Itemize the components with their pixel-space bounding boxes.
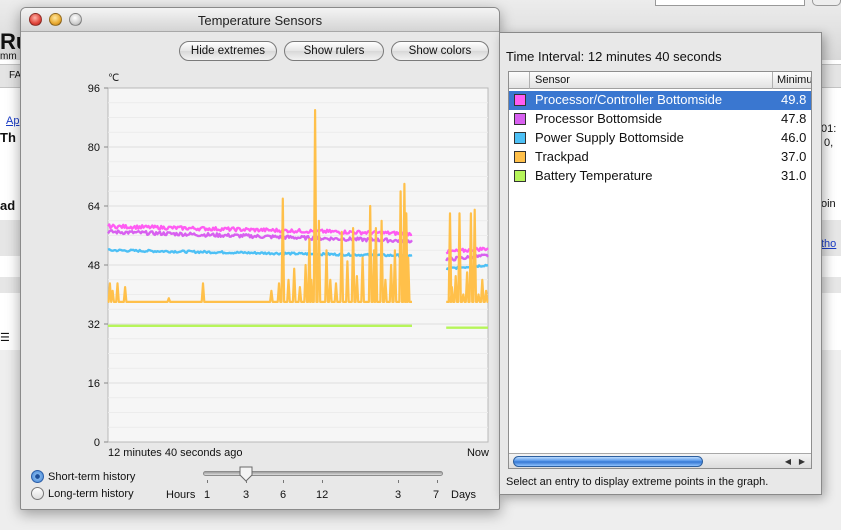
long-term-history-radio[interactable] [31, 487, 44, 500]
slider-tick [437, 480, 438, 483]
sensor-minimum: 31.0 [781, 168, 807, 183]
sensor-color-swatch [514, 170, 526, 182]
short-term-history-label: Short-term history [48, 471, 136, 483]
sensor-row-battery[interactable]: Battery Temperature 31.0 [509, 167, 811, 186]
scale-hours-6: 6 [280, 489, 287, 501]
background-text: 0, [824, 137, 834, 149]
background-text: mm [0, 51, 17, 62]
y-axis-unit-label: ℃ [108, 73, 119, 84]
sensor-row-power-supply[interactable]: Power Supply Bottomside 46.0 [509, 129, 811, 148]
sensor-table[interactable]: Sensor Minimu Processor/Controller Botto… [508, 71, 812, 469]
temperature-sensors-window: Temperature Sensors Hide extremes Show r… [20, 7, 500, 510]
background-button[interactable] [812, 0, 841, 6]
scale-days-3: 3 [395, 489, 402, 501]
slider-tick [322, 480, 323, 483]
y-tick-label: 32 [88, 319, 100, 331]
sensor-name: Processor/Controller Bottomside [535, 92, 723, 107]
sensor-name: Processor Bottomside [535, 111, 663, 126]
minimum-column-header[interactable]: Minimu [777, 74, 811, 86]
slider-tick [246, 480, 247, 483]
background-text: Th [0, 130, 16, 145]
background-text: ad [0, 198, 16, 213]
sensor-name: Battery Temperature [535, 168, 653, 183]
scroll-left-arrow-icon[interactable]: ◀ [781, 455, 795, 468]
days-label: Days [451, 489, 477, 501]
scroll-right-arrow-icon[interactable]: ▶ [795, 455, 809, 468]
table-header: Sensor Minimu [509, 72, 811, 89]
sensor-minimum: 46.0 [781, 130, 807, 145]
slider-tick [398, 480, 399, 483]
sensor-drawer: Time Interval: 12 minutes 40 seconds Sen… [499, 32, 822, 495]
sensor-color-swatch [514, 132, 526, 144]
sensor-minimum: 49.8 [781, 92, 807, 107]
slider-tick [283, 480, 284, 483]
column-divider [772, 72, 773, 89]
y-tick-label: 64 [88, 201, 100, 213]
background-link[interactable]: Ap [6, 115, 19, 127]
y-tick-label: 80 [88, 142, 100, 154]
list-icon: ☰ [0, 332, 10, 344]
sensor-row-trackpad[interactable]: Trackpad 37.0 [509, 148, 811, 167]
y-tick-label: 16 [88, 378, 100, 390]
hours-label: Hours [166, 489, 196, 501]
long-term-history-label: Long-term history [48, 488, 134, 500]
sensor-name: Trackpad [535, 149, 589, 164]
drawer-hint-text: Select an entry to display extreme point… [506, 476, 769, 488]
sensor-row-processor[interactable]: Processor Bottomside 47.8 [509, 110, 811, 129]
x-end-label: Now [467, 447, 489, 459]
sensor-color-swatch [514, 94, 526, 106]
sensor-name: Power Supply Bottomside [535, 130, 684, 145]
scale-hours-12: 12 [316, 489, 329, 501]
temperature-chart: ℃ 96 80 64 48 32 16 0 12 minutes 40 seconds ago N… [88, 73, 489, 459]
sensor-color-swatch [514, 151, 526, 163]
background-link[interactable]: tho [821, 238, 836, 250]
column-divider [529, 72, 530, 89]
y-tick-label: 0 [94, 437, 100, 449]
background-text: 01: [821, 123, 837, 135]
sensor-color-swatch [514, 113, 526, 125]
time-interval-label: Time Interval: 12 minutes 40 seconds [506, 49, 722, 64]
scale-days-7: 7 [433, 489, 440, 501]
sensor-row-processor-controller[interactable]: Processor/Controller Bottomside 49.8 [509, 91, 811, 110]
sensor-minimum: 47.8 [781, 111, 807, 126]
y-tick-label: 96 [88, 83, 100, 95]
short-term-history-radio[interactable] [31, 470, 44, 483]
slider-tick [207, 480, 208, 483]
scale-hours-3: 3 [243, 489, 250, 501]
y-tick-label: 48 [88, 260, 100, 272]
background-search-field[interactable] [655, 0, 805, 6]
scale-hours-1: 1 [204, 489, 211, 501]
x-start-label: 12 minutes 40 seconds ago [108, 447, 243, 459]
sensor-column-header[interactable]: Sensor [535, 74, 570, 86]
sensor-minimum: 37.0 [781, 149, 807, 164]
scrollbar-thumb[interactable] [513, 456, 703, 467]
horizontal-scrollbar[interactable]: ◀ ▶ [509, 453, 811, 468]
background-text: oin [821, 198, 836, 210]
